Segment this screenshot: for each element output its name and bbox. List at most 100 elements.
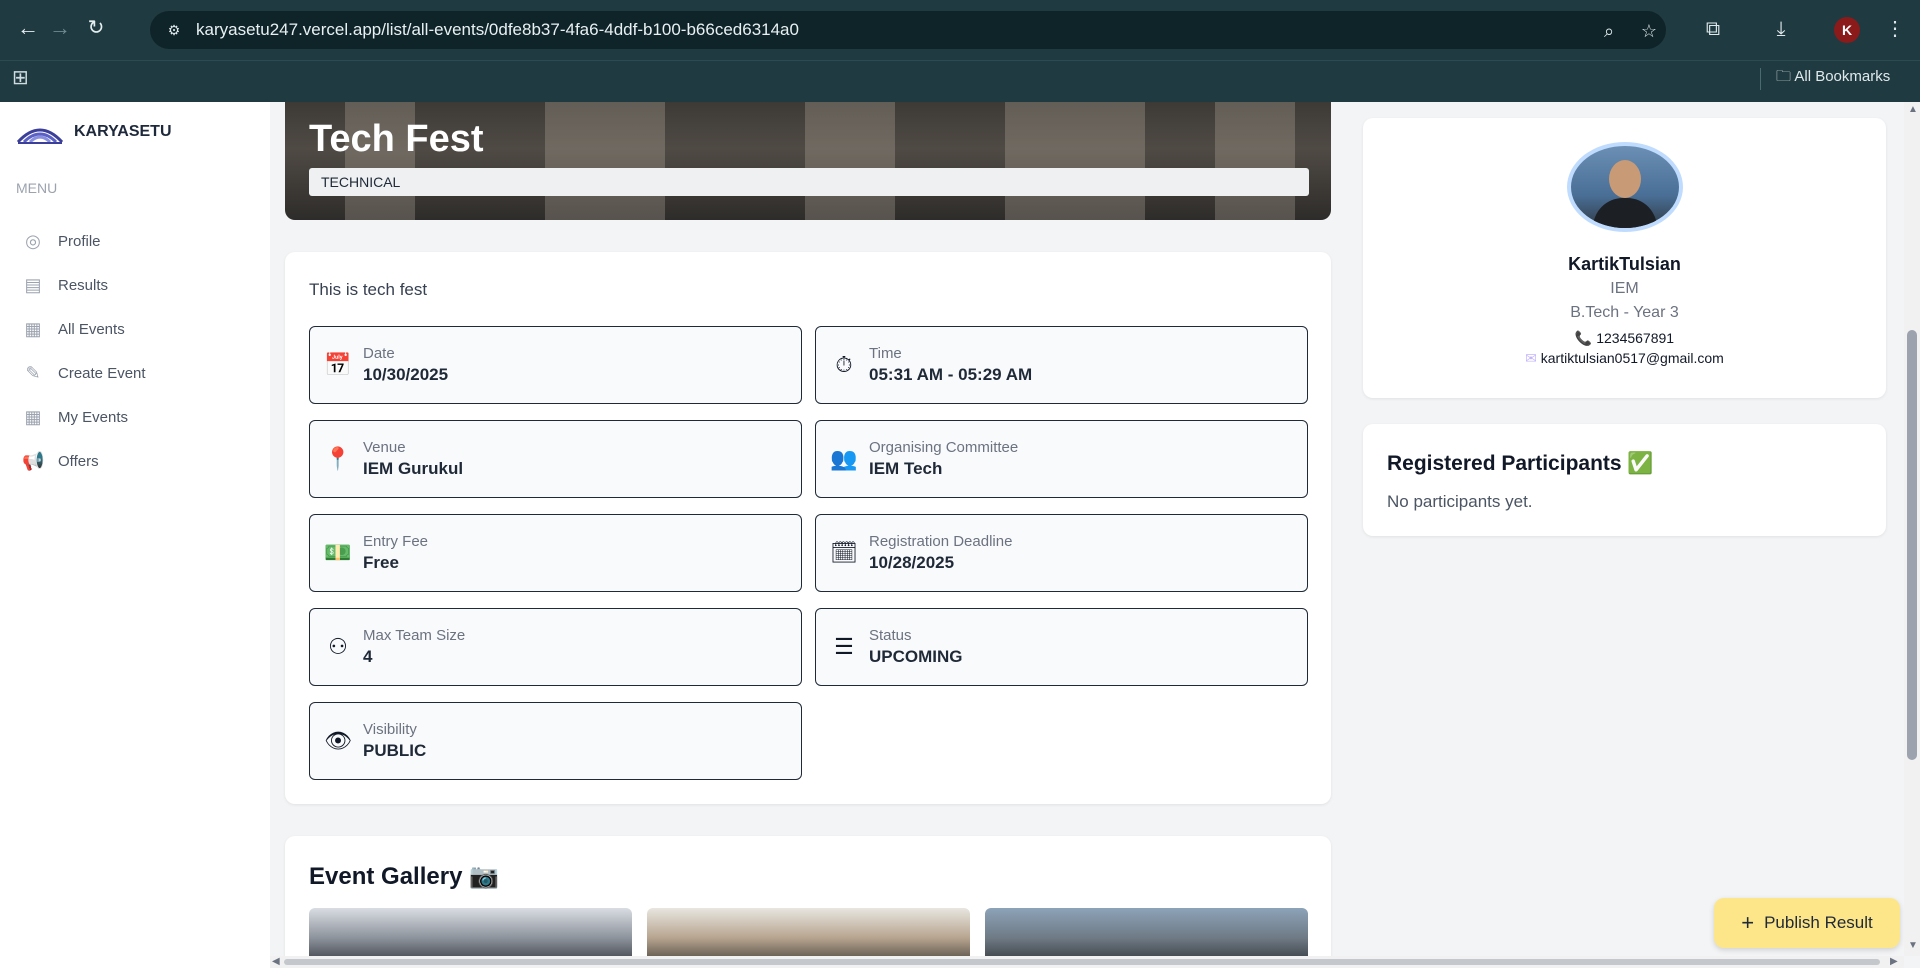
bookmark-star-icon[interactable]: ☆ (1638, 20, 1660, 42)
vertical-scrollbar[interactable]: ▲ ▼ (1904, 102, 1920, 956)
stopwatch-icon: ⏱ (835, 352, 853, 377)
event-description: This is tech fest (309, 280, 428, 299)
scroll-up-icon[interactable]: ▲ (1908, 104, 1918, 115)
address-bar[interactable]: ⚙ karyasetu247.vercel.app/list/all-event… (150, 11, 1666, 49)
plus-icon: + (1741, 910, 1755, 935)
avatar-face (1609, 160, 1641, 198)
detail-label: Max Team Size (363, 627, 466, 644)
browser-toolbar: ← → ↻ ⚙ karyasetu247.vercel.app/list/all… (0, 0, 1920, 60)
registered-participants-card: Registered Participants ✅ No participant… (1363, 424, 1886, 536)
detail-label: Time (869, 345, 902, 362)
megaphone-icon: 📢 (22, 451, 45, 471)
hero-image-detail (1215, 102, 1295, 220)
event-gallery-card: Event Gallery 📷 (285, 836, 1331, 968)
download-icon[interactable]: ⤓ (1768, 16, 1794, 42)
hero-image-detail (1005, 102, 1145, 220)
scrollbar-thumb[interactable] (1907, 330, 1917, 760)
sidebar-item-my-events[interactable]: ▦ My Events (22, 406, 128, 428)
detail-value: 05:31 AM - 05:29 AM (869, 365, 1033, 384)
site-info-icon[interactable]: ⚙ (164, 20, 184, 40)
participants-empty-text: No participants yet. (1387, 492, 1533, 511)
extensions-icon[interactable]: ⧉ (1700, 16, 1726, 42)
event-hero-banner: Tech Fest TECHNICAL (285, 102, 1331, 220)
main-content: Tech Fest TECHNICAL This is tech fest 📅 … (270, 102, 1920, 968)
hero-image-detail (545, 102, 665, 220)
back-icon[interactable]: ← (14, 14, 42, 42)
brand-name: KARYASETU (74, 123, 172, 140)
organizer-phone: 📞 1234567891 (1363, 330, 1886, 347)
detail-value: IEM Tech (869, 459, 943, 478)
sidebar-item-label: All Events (58, 320, 125, 338)
detail-value: Free (363, 553, 399, 572)
detail-entry-fee: 💵 Entry Fee Free (309, 514, 802, 592)
detail-label: Status (869, 627, 912, 644)
detail-max-team-size: ⚇ Max Team Size 4 (309, 608, 802, 686)
scrollbar-thumb[interactable] (284, 959, 1880, 965)
organizer-email: ✉ kartiktulsian0517@gmail.com (1363, 350, 1886, 367)
sidebar-item-label: Offers (58, 452, 99, 470)
detail-time: ⏱ Time 05:31 AM - 05:29 AM (815, 326, 1308, 404)
avatar-body (1593, 198, 1657, 228)
pencil-icon: ✎ (25, 363, 41, 383)
detail-visibility: 👁 Visibility PUBLIC (309, 702, 802, 780)
participants-title: Registered Participants ✅ (1387, 452, 1654, 475)
menu-dots-icon[interactable]: ⋮ (1882, 16, 1908, 42)
detail-value: 4 (363, 647, 373, 666)
menu-label: MENU (16, 180, 58, 196)
clipboard-icon: ▤ (24, 275, 42, 295)
bookmarks-divider (1760, 68, 1761, 90)
sidebar-item-all-events[interactable]: ▦ All Events (22, 318, 125, 340)
organizer-year: B.Tech - Year 3 (1570, 304, 1679, 321)
apps-grid-icon[interactable]: ⊞ (12, 66, 36, 90)
scroll-right-icon[interactable]: ▶ (1890, 956, 1898, 967)
bookmarks-bar (0, 60, 1920, 102)
sidebar-item-label: Profile (58, 232, 101, 250)
sidebar-item-label: Create Event (58, 364, 146, 382)
money-icon: 💵 (324, 540, 352, 565)
email-value: kartiktulsian0517@gmail.com (1540, 350, 1724, 366)
detail-registration-deadline: 🗓 Registration Deadline 10/28/2025 (815, 514, 1308, 592)
publish-result-button[interactable]: + Publish Result (1714, 898, 1900, 948)
detail-value: 10/28/2025 (869, 553, 955, 572)
reload-icon[interactable]: ↻ (82, 14, 110, 42)
phone-value: 1234567891 (1596, 330, 1675, 346)
detail-venue: 📍 Venue IEM Gurukul (309, 420, 802, 498)
detail-status: ☰ Status UPCOMING (815, 608, 1308, 686)
detail-date: 📅 Date 10/30/2025 (309, 326, 802, 404)
gallery-title: Event Gallery 📷 (309, 863, 499, 890)
all-bookmarks-button[interactable]: 🗀 All Bookmarks (1776, 66, 1890, 91)
phone-icon: 📞 (1574, 330, 1593, 346)
sidebar-item-create-event[interactable]: ✎ Create Event (22, 362, 146, 384)
scroll-left-icon[interactable]: ◀ (272, 956, 280, 967)
sidebar-item-label: Results (58, 276, 109, 294)
sidebar-item-offers[interactable]: 📢 Offers (22, 450, 99, 472)
event-category-badge: TECHNICAL (309, 168, 1309, 196)
horizontal-scrollbar[interactable]: ◀ ▶ (270, 956, 1904, 968)
event-title: Tech Fest (309, 118, 484, 160)
sidebar-item-results[interactable]: ▤ Results (22, 274, 108, 296)
calendar-icon: 📅 (324, 352, 352, 377)
map-pin-icon: 📍 (324, 446, 352, 471)
event-details-card: This is tech fest 📅 Date 10/30/2025 ⏱ Ti… (285, 252, 1331, 804)
detail-label: Visibility (363, 721, 417, 738)
detail-organising-committee: 👥 Organising Committee IEM Tech (815, 420, 1308, 498)
folder-icon: 🗀 (1776, 68, 1792, 85)
organizer-profile-card: KartikTulsian IEM B.Tech - Year 3 📞 1234… (1363, 118, 1886, 398)
calendar-icon: ▦ (24, 407, 42, 427)
status-list-icon: ☰ (834, 634, 854, 659)
detail-value: UPCOMING (869, 647, 963, 666)
email-icon: ✉ (1525, 350, 1537, 366)
sidebar-item-profile[interactable]: ◎ Profile (22, 230, 101, 252)
avatar (1567, 142, 1683, 232)
team-icon: 👥 (830, 446, 858, 471)
brand[interactable]: KARYASETU (16, 118, 172, 146)
scroll-down-icon[interactable]: ▼ (1908, 940, 1918, 951)
forward-icon[interactable]: → (46, 14, 74, 42)
browser-profile-avatar[interactable]: K (1834, 17, 1860, 43)
publish-result-label: Publish Result (1764, 913, 1873, 932)
app-sidebar: KARYASETU MENU ◎ Profile ▤ Results ▦ All… (0, 102, 270, 968)
detail-label: Registration Deadline (869, 533, 1013, 550)
detail-label: Venue (363, 439, 406, 456)
zoom-icon[interactable]: ⌕ (1598, 20, 1620, 42)
sidebar-item-label: My Events (58, 408, 129, 426)
